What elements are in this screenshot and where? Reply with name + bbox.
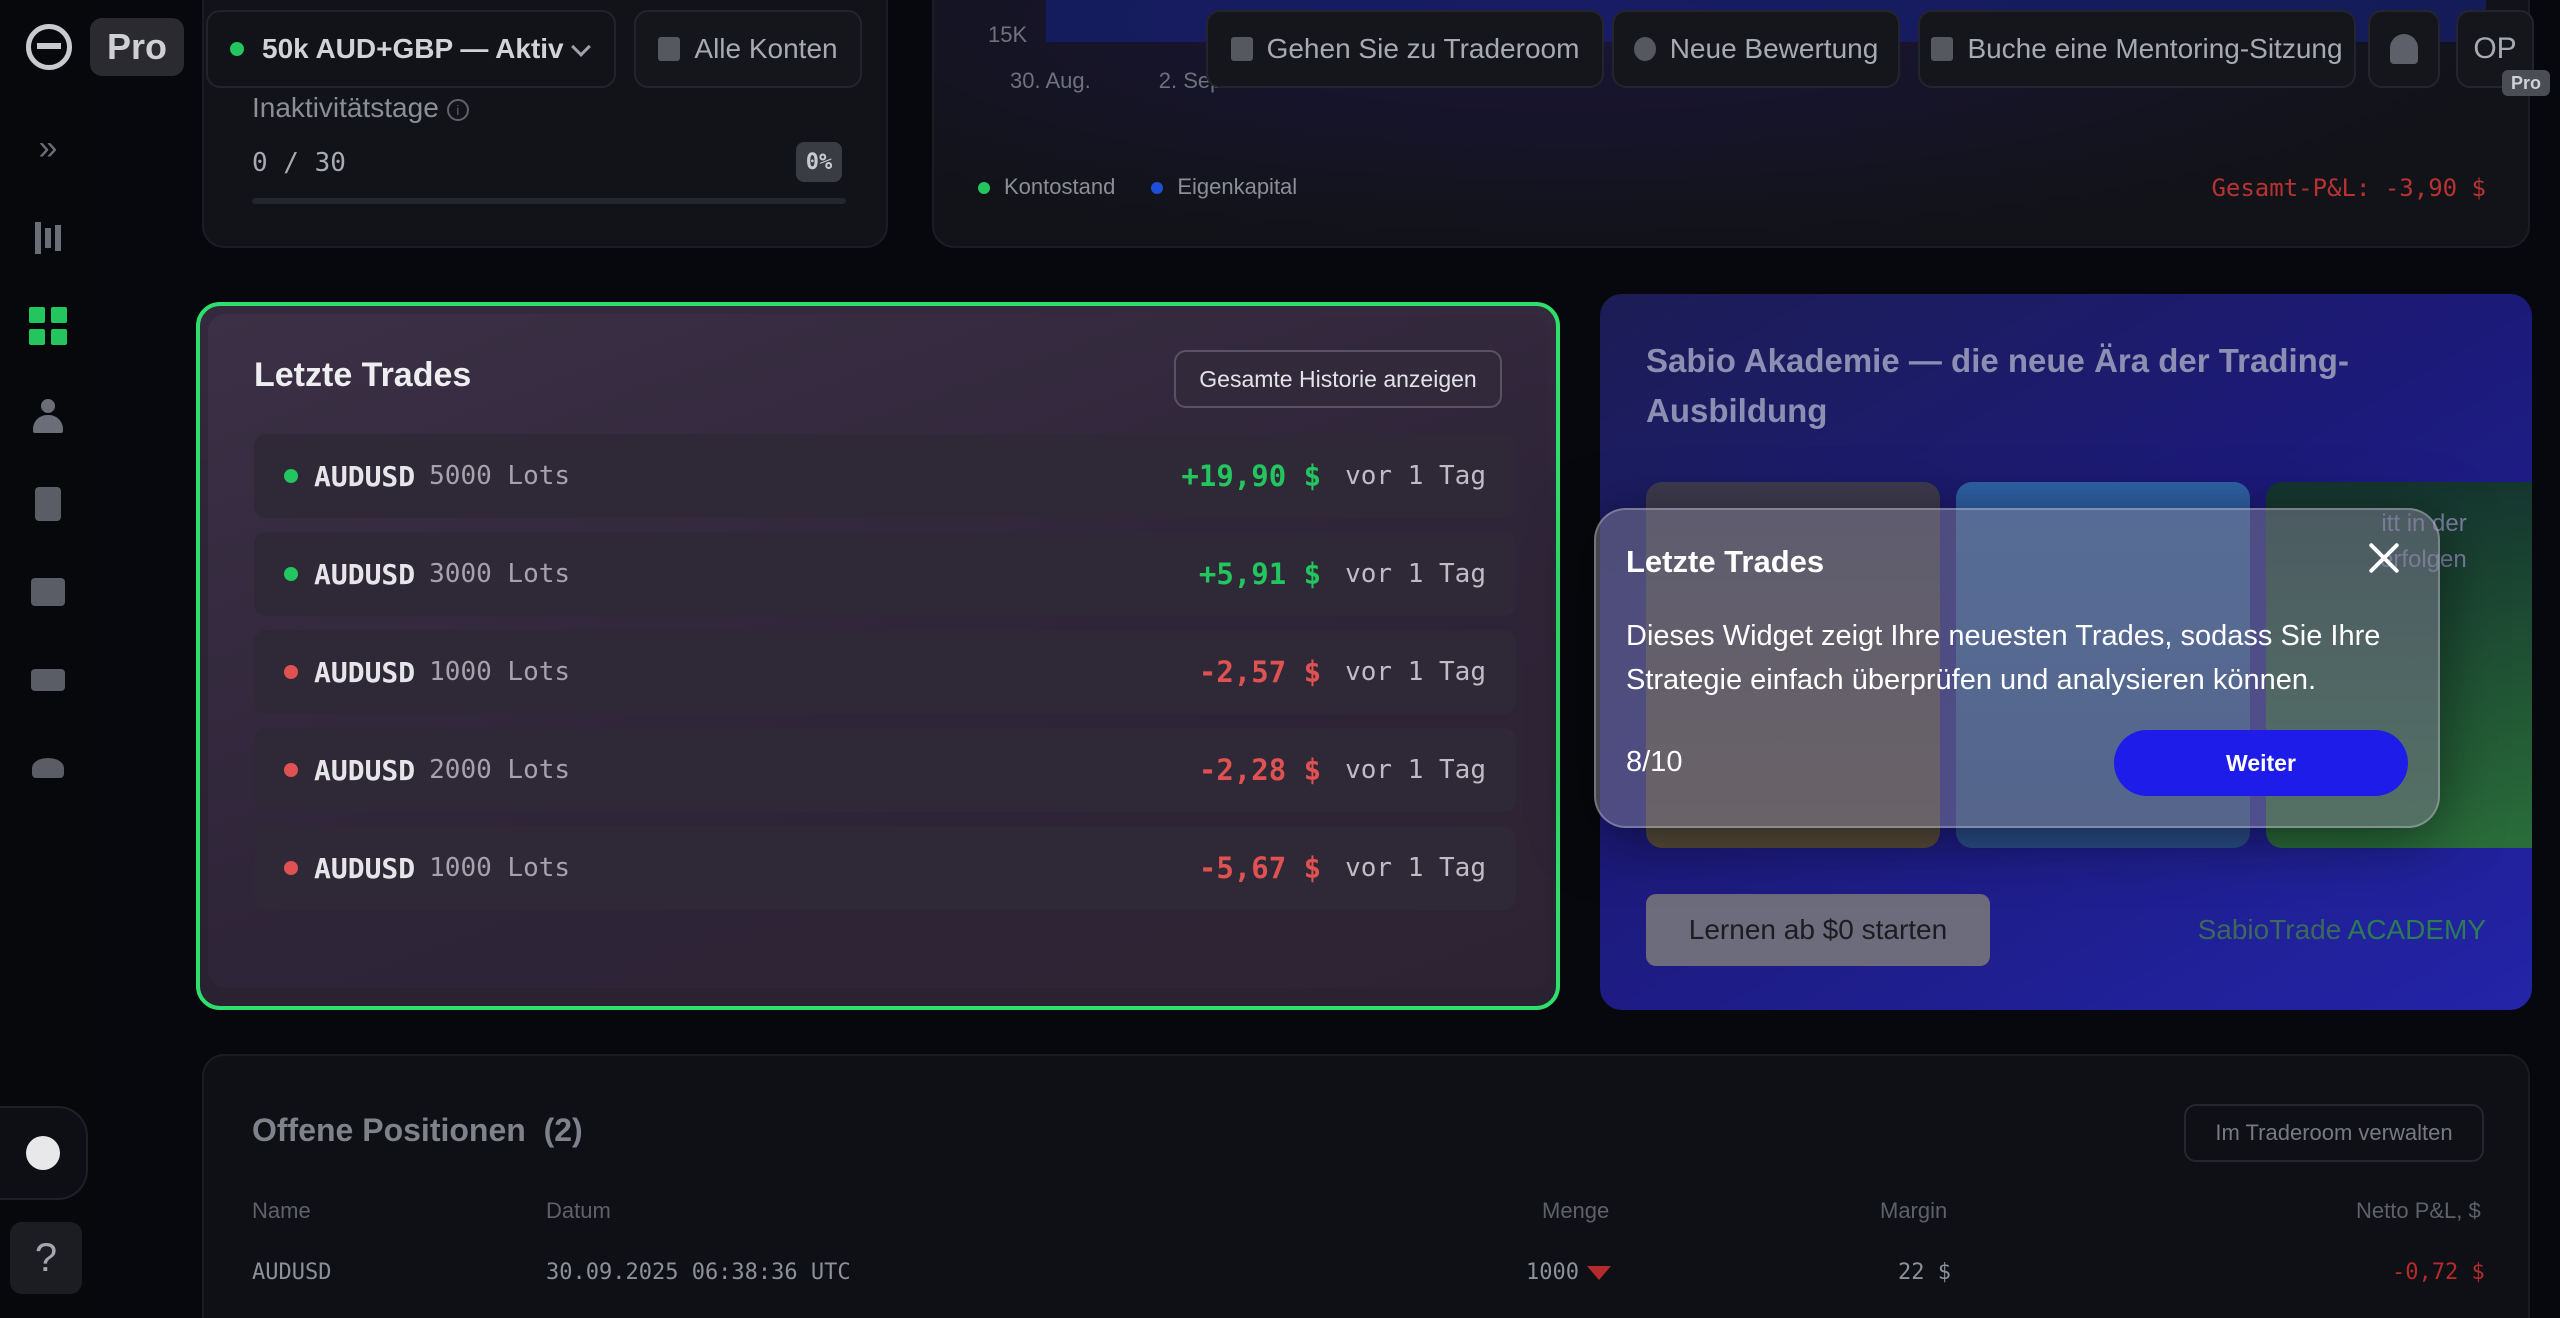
show-history-button[interactable]: Gesamte Historie anzeigen	[1174, 350, 1502, 408]
chart-icon	[1230, 37, 1253, 61]
tooltip-body: Dieses Widget zeigt Ihre neuesten Trades…	[1626, 620, 2381, 696]
calendar-icon	[1931, 37, 1954, 61]
trade-lots: 2000 Lots	[429, 755, 571, 785]
trade-row[interactable]: AUDUSD 5000 Lots +19,90 $ vor 1 Tag	[254, 434, 1516, 518]
start-learning-button[interactable]: Lernen ab $0 starten	[1646, 894, 1990, 966]
trade-lots: 5000 Lots	[429, 461, 571, 491]
mentoring-button[interactable]: Buche eine Mentoring-Sitzung	[1918, 10, 2356, 88]
inactivity-value: 0 / 30	[252, 148, 346, 178]
info-icon[interactable]: i	[446, 98, 469, 121]
evaluation-icon	[1633, 37, 1656, 61]
column-header-margin: Margin	[1880, 1198, 1948, 1223]
expand-sidebar-icon[interactable]: »	[28, 128, 68, 168]
trade-status-dot	[284, 861, 298, 875]
tour-step-counter: 8/10	[1626, 746, 1683, 778]
traderoom-button[interactable]: Gehen Sie zu Traderoom	[1206, 10, 1604, 88]
support-icon	[26, 1136, 60, 1170]
total-pl: Gesamt-P&L: -3,90 $	[2211, 174, 2486, 202]
trade-row[interactable]: AUDUSD 3000 Lots +5,91 $ vor 1 Tag	[254, 532, 1516, 616]
trade-symbol: AUDUSD	[314, 655, 416, 689]
payout-icon[interactable]	[28, 660, 68, 700]
trade-time: vor 1 Tag	[1345, 853, 1486, 883]
tooltip-title: Letzte Trades	[1626, 544, 1825, 579]
x-tick: 30. Aug.	[1010, 68, 1091, 93]
trade-pl: -5,67 $	[1198, 851, 1322, 885]
position-date: 30.09.2025 06:38:36 UTC	[546, 1260, 851, 1285]
open-positions-title: Offene Positionen (2)	[252, 1112, 583, 1148]
legend-item-balance: Kontostand	[978, 174, 1115, 200]
trade-time: vor 1 Tag	[1345, 461, 1486, 491]
inactivity-percent-badge: 0%	[796, 142, 842, 182]
trade-time: vor 1 Tag	[1345, 657, 1486, 687]
trade-row[interactable]: AUDUSD 1000 Lots -5,67 $ vor 1 Tag	[254, 826, 1516, 910]
trade-symbol: AUDUSD	[314, 459, 416, 493]
close-icon[interactable]	[2360, 534, 2408, 582]
trade-pl: -2,28 $	[1198, 753, 1322, 787]
pro-badge: Pro	[90, 18, 184, 76]
trade-row[interactable]: AUDUSD 1000 Lots -2,57 $ vor 1 Tag	[254, 630, 1516, 714]
trade-pl: -2,57 $	[1198, 655, 1322, 689]
tour-tooltip: Letzte Trades Dieses Widget zeigt Ihre n…	[1594, 508, 2440, 828]
column-header-pl: Netto P&L, $	[2356, 1198, 2481, 1223]
manage-in-traderoom-button[interactable]: Im Traderoom verwalten	[2184, 1104, 2484, 1162]
profile-icon[interactable]	[28, 396, 68, 436]
trade-time: vor 1 Tag	[1345, 559, 1486, 589]
trade-status-dot	[284, 567, 298, 581]
column-header-name: Name	[252, 1198, 311, 1223]
academy-logo: SabioTrade ACADEMY	[2197, 914, 2486, 945]
trade-symbol: AUDUSD	[314, 557, 416, 591]
column-header-date: Datum	[546, 1198, 611, 1223]
trade-lots: 3000 Lots	[429, 559, 571, 589]
y-tick: 15K	[988, 22, 1028, 47]
trade-pl: +19,90 $	[1181, 459, 1322, 493]
inactivity-label: Inaktivitätstage i	[252, 92, 469, 124]
trade-pl: +5,91 $	[1198, 557, 1322, 591]
chevron-down-icon	[571, 37, 591, 57]
support-chat-button[interactable]	[0, 1106, 88, 1200]
chart-legend: Kontostand Eigenkapital	[978, 174, 1297, 200]
trade-symbol: AUDUSD	[314, 753, 416, 787]
arrow-down-icon	[1586, 1266, 1611, 1280]
academy-cap-icon[interactable]	[28, 748, 68, 788]
recent-trades-card: Letzte Trades Gesamte Historie anzeigen …	[196, 302, 1560, 1010]
account-select[interactable]: 50k AUD+GBP — Aktiv	[206, 10, 616, 88]
position-qty: 1000	[1526, 1260, 1611, 1285]
column-header-qty: Menge	[1542, 1198, 1610, 1223]
dashboard-icon[interactable]	[28, 306, 68, 346]
legend-item-equity: Eigenkapital	[1151, 174, 1297, 200]
all-accounts-button[interactable]: Alle Konten	[634, 10, 862, 88]
trade-status-dot	[284, 665, 298, 679]
chart-bars-icon[interactable]	[28, 218, 68, 258]
recent-trades-title: Letzte Trades	[254, 356, 472, 394]
x-ticks: 30. Aug. 2. Sep	[1010, 68, 1222, 94]
trade-symbol: AUDUSD	[314, 851, 416, 885]
new-evaluation-button[interactable]: Neue Bewertung	[1612, 10, 1900, 88]
accounts-icon	[658, 37, 681, 61]
open-positions-card: Offene Positionen (2) Im Traderoom verwa…	[202, 1054, 2530, 1318]
recent-trades-panel: Letzte Trades Gesamte Historie anzeigen …	[208, 314, 1548, 988]
position-margin: 22 $	[1898, 1260, 1951, 1285]
next-button[interactable]: Weiter	[2114, 730, 2408, 796]
help-button[interactable]: ?	[10, 1222, 82, 1294]
inactivity-progress-bar	[252, 198, 846, 204]
trade-lots: 1000 Lots	[429, 853, 571, 883]
position-name: AUDUSD	[252, 1260, 332, 1285]
account-status-dot	[230, 42, 244, 56]
trade-time: vor 1 Tag	[1345, 755, 1486, 785]
trade-status-dot	[284, 763, 298, 777]
wallet-icon[interactable]	[28, 572, 68, 612]
academy-title: Sabio Akademie — die neue Ära der Tradin…	[1646, 342, 2349, 429]
notifications-button[interactable]	[2368, 10, 2440, 88]
sabiotrade-logo[interactable]	[26, 24, 72, 70]
position-pl: -0,72 $	[2392, 1260, 2485, 1285]
trade-status-dot	[284, 469, 298, 483]
bell-icon	[2390, 34, 2418, 64]
trade-lots: 1000 Lots	[429, 657, 571, 687]
documents-icon[interactable]	[28, 484, 68, 524]
trade-row[interactable]: AUDUSD 2000 Lots -2,28 $ vor 1 Tag	[254, 728, 1516, 812]
user-pro-badge: Pro	[2502, 70, 2550, 96]
